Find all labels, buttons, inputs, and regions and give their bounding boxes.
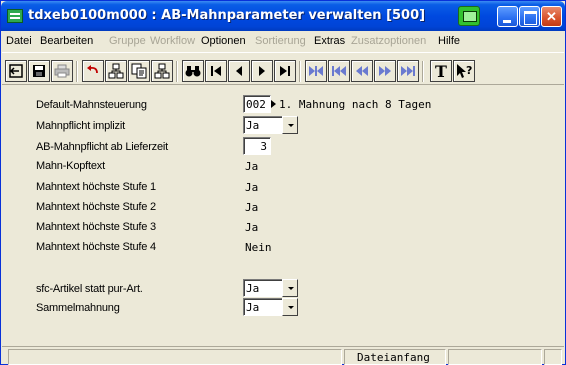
menu-sortierung[interactable]: Sortierung [255, 35, 306, 47]
mahntext-stufe-1-value: Ja [245, 181, 259, 194]
mahn-kopftext-value: Ja [245, 160, 259, 173]
tree-icon [108, 63, 124, 79]
close-button[interactable]: ✕ [541, 6, 562, 27]
status-bar: Dateianfang [2, 346, 564, 365]
status-panel-extra [448, 349, 542, 365]
tree2-icon [154, 63, 170, 79]
ab-mahnpflicht-lieferzeit-input[interactable]: 3 [243, 137, 271, 155]
sammelmahnung-select[interactable]: Ja [243, 298, 283, 316]
copy-button[interactable] [128, 60, 150, 82]
previous-record-icon [236, 66, 242, 76]
menu-bar: Datei Bearbeiten Gruppe Workflow Optione… [2, 31, 564, 51]
print-icon [54, 64, 70, 78]
next-page-icon [379, 66, 391, 76]
menu-zusatzoptionen[interactable]: Zusatzoptionen [351, 35, 426, 47]
label-mahn-kopftext: Mahn-Kopftext [36, 160, 105, 172]
first-record-button[interactable] [205, 60, 227, 82]
label-mahntext-stufe-1: Mahntext höchste Stufe 1 [36, 181, 156, 193]
menu-gruppe[interactable]: Gruppe [109, 35, 146, 47]
mahntext-stufe-2-value: Ja [245, 201, 259, 214]
print-button[interactable] [51, 60, 73, 82]
help-pointer-icon: ? [457, 64, 472, 78]
menu-workflow[interactable]: Workflow [150, 35, 195, 47]
undo-button[interactable] [82, 60, 104, 82]
toolbar-separator [299, 61, 300, 82]
label-mahnpflicht-implizit: Mahnpflicht implizit [36, 120, 125, 132]
last-group-button[interactable] [397, 60, 419, 82]
binoculars-icon [185, 66, 201, 77]
label-mahntext-stufe-2: Mahntext höchste Stufe 2 [36, 201, 156, 213]
sammelmahnung-dropdown[interactable] [282, 298, 298, 316]
menu-extras[interactable]: Extras [314, 35, 345, 47]
next-record-button[interactable] [251, 60, 273, 82]
label-sammelmahnung: Sammelmahnung [36, 302, 120, 314]
mahntext-stufe-4-value: Nein [245, 241, 272, 254]
menu-bearbeiten[interactable]: Bearbeiten [40, 35, 93, 47]
text-button[interactable]: T [430, 60, 452, 82]
first-group-icon [309, 66, 323, 76]
menu-hilfe[interactable]: Hilfe [438, 35, 460, 47]
window-title: tdxeb0100m000 : AB-Mahnparameter verwalt… [28, 8, 426, 23]
application-window: tdxeb0100m000 : AB-Mahnparameter verwalt… [0, 0, 566, 365]
last-record-icon [280, 66, 290, 76]
close-icon: ✕ [546, 9, 557, 24]
title-bar[interactable]: tdxeb0100m000 : AB-Mahnparameter verwalt… [1, 1, 565, 31]
app-icon[interactable] [7, 9, 23, 23]
status-panel-main [8, 349, 342, 365]
toolbar: T ? [2, 52, 564, 85]
status-panel-grip [544, 349, 562, 365]
exit-button[interactable] [5, 60, 27, 82]
copy-icon [131, 63, 147, 79]
mahnpflicht-implizit-select[interactable]: Ja [243, 116, 283, 134]
toolbar-separator [176, 61, 177, 82]
last-record-button[interactable] [274, 60, 296, 82]
undo-icon [87, 65, 98, 74]
sfc-artikel-select[interactable]: Ja [243, 279, 283, 297]
minimize-button[interactable] [497, 6, 518, 27]
maximize-icon [520, 7, 539, 26]
toolbar-separator [422, 61, 423, 82]
default-mahnsteuerung-description: 1. Mahnung nach 8 Tagen [279, 98, 432, 111]
label-ab-mahnpflicht-lieferzeit: AB-Mahnpflicht ab Lieferzeit [36, 141, 168, 153]
first-record-icon [211, 66, 221, 76]
minimize-icon [498, 7, 517, 26]
find-button[interactable] [182, 60, 204, 82]
label-default-mahnsteuerung: Default-Mahnsteuerung [36, 99, 147, 111]
form-panel: Default-Mahnsteuerung 002 1. Mahnung nac… [14, 90, 558, 345]
next-record-icon [259, 66, 265, 76]
label-mahntext-stufe-3: Mahntext höchste Stufe 3 [36, 221, 156, 233]
last-group-icon [401, 66, 415, 76]
sfc-artikel-dropdown[interactable] [282, 279, 298, 297]
previous-record-button[interactable] [228, 60, 250, 82]
first-group-button[interactable] [305, 60, 327, 82]
previous-group-button[interactable] [328, 60, 350, 82]
tree2-button[interactable] [151, 60, 173, 82]
svg-text:?: ? [466, 64, 472, 77]
previous-page-icon [356, 66, 368, 76]
previous-group-icon [332, 66, 346, 76]
save-button[interactable] [28, 60, 50, 82]
next-page-button[interactable] [374, 60, 396, 82]
menu-datei[interactable]: Datei [6, 35, 32, 47]
previous-page-button[interactable] [351, 60, 373, 82]
mahnpflicht-implizit-dropdown[interactable] [282, 116, 298, 134]
menu-optionen[interactable]: Optionen [201, 35, 246, 47]
toolbar-separator [76, 61, 77, 82]
maximize-button[interactable] [519, 6, 540, 27]
status-panel-position: Dateianfang [344, 349, 446, 365]
help-pointer-button[interactable]: ? [453, 60, 475, 82]
status-text: Dateianfang [357, 351, 430, 364]
save-icon [33, 65, 45, 77]
zoom-arrow-icon[interactable] [271, 100, 276, 108]
tree-button[interactable] [105, 60, 127, 82]
label-mahntext-stufe-4: Mahntext höchste Stufe 4 [36, 241, 156, 253]
default-mahnsteuerung-input[interactable]: 002 [243, 95, 271, 113]
label-sfc-artikel: sfc-Artikel statt pur-Art. [36, 283, 143, 295]
exit-icon [9, 64, 23, 78]
text-icon: T [435, 61, 447, 81]
session-icon[interactable] [458, 6, 480, 26]
mahntext-stufe-3-value: Ja [245, 221, 259, 234]
